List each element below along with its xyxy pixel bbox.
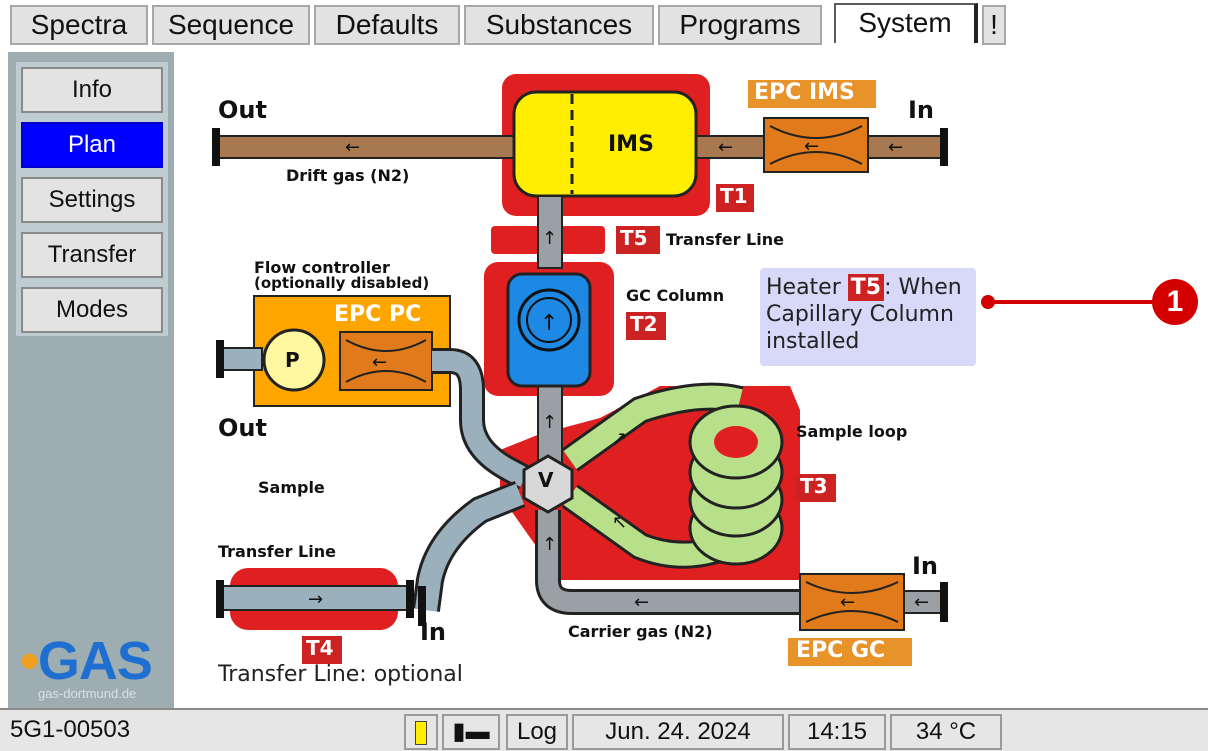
device-id: 5G1-00503 bbox=[10, 716, 131, 743]
sidebar-menu: Info Plan Settings Transfer Modes bbox=[16, 62, 168, 336]
epc-pc-label: EPC PC bbox=[334, 302, 422, 327]
svg-text:←: ← bbox=[804, 136, 819, 157]
heater-note-badge: T5 bbox=[847, 274, 885, 301]
time-display: 14:15 bbox=[788, 714, 886, 750]
sidebar-item-settings[interactable]: Settings bbox=[21, 177, 163, 223]
sidebar-item-plan[interactable]: Plan bbox=[21, 122, 163, 168]
gc-column-label: GC Column bbox=[626, 286, 725, 305]
t1-badge: T1 bbox=[720, 184, 748, 208]
drift-gas-label: Drift gas (N2) bbox=[286, 166, 410, 185]
svg-text:←: ← bbox=[914, 592, 929, 613]
sidebar-item-transfer[interactable]: Transfer bbox=[21, 232, 163, 278]
svg-text:←: ← bbox=[840, 592, 855, 613]
heater-note-prefix: Heater bbox=[766, 275, 841, 300]
t3-badge: T3 bbox=[800, 474, 828, 498]
epc-ims-label: EPC IMS bbox=[754, 80, 855, 105]
pump-pipe bbox=[221, 347, 263, 371]
drift-gas-pipe-left bbox=[217, 135, 521, 159]
sample-loop-label: Sample loop bbox=[796, 422, 908, 441]
ims-label: IMS bbox=[608, 132, 654, 157]
in-bottom-left-label: In bbox=[420, 618, 447, 646]
in-bottom-right-label: In bbox=[912, 552, 939, 580]
flow-controller-sublabel: (optionally disabled) bbox=[254, 274, 430, 292]
transfer-line-top-label: Transfer Line bbox=[666, 230, 784, 249]
epc-gc-label: EPC GC bbox=[796, 638, 886, 663]
svg-text:←: ← bbox=[372, 352, 387, 373]
valve-label: V bbox=[538, 468, 554, 492]
tab-spectra[interactable]: Spectra bbox=[10, 5, 148, 45]
sidebar-item-modes[interactable]: Modes bbox=[21, 287, 163, 333]
status-indicator bbox=[404, 714, 438, 750]
heater-note: Heater T5: When Capillary Column install… bbox=[760, 268, 976, 366]
sidebar: Info Plan Settings Transfer Modes •GAS g… bbox=[8, 52, 174, 708]
svg-text:↑: ↑ bbox=[542, 228, 557, 249]
logo-url: gas-dortmund.de bbox=[38, 686, 137, 701]
t4-badge: T4 bbox=[306, 636, 334, 660]
status-indicator-icon bbox=[415, 720, 427, 745]
transfer-optional-label: Transfer Line: optional bbox=[218, 662, 463, 687]
svg-text:←: ← bbox=[345, 137, 360, 158]
tab-bar: Spectra Sequence Defaults Substances Pro… bbox=[0, 0, 1208, 50]
svg-text:↑: ↑ bbox=[540, 311, 558, 336]
svg-text:→: → bbox=[308, 589, 323, 610]
out-mid-label: Out bbox=[218, 414, 267, 442]
svg-text:↑: ↑ bbox=[542, 412, 557, 433]
out-top-label: Out bbox=[218, 96, 267, 124]
tab-programs[interactable]: Programs bbox=[658, 5, 822, 45]
pump-label: P bbox=[285, 348, 300, 372]
transfer-line-left-label: Transfer Line bbox=[218, 542, 336, 561]
log-button[interactable]: Log bbox=[506, 714, 568, 750]
in-top-label: In bbox=[908, 96, 935, 124]
t2-badge: T2 bbox=[630, 312, 658, 336]
tab-alert[interactable]: ! bbox=[982, 5, 1006, 45]
tab-substances[interactable]: Substances bbox=[464, 5, 654, 45]
tab-sequence[interactable]: Sequence bbox=[152, 5, 310, 45]
carrier-gas-label: Carrier gas (N2) bbox=[568, 622, 713, 641]
tab-defaults[interactable]: Defaults bbox=[314, 5, 460, 45]
system-plan-diagram: ← ← ← ← ↑ ↑ ↑ ← ↗ ↖ ↑ ← ← ← → bbox=[212, 74, 948, 666]
svg-text:↖: ↖ bbox=[612, 512, 627, 533]
status-bar: 5G1-00503 ▮▬ Log Jun. 24. 2024 14:15 34 … bbox=[0, 708, 1208, 751]
svg-text:←: ← bbox=[634, 592, 649, 613]
svg-text:↑: ↑ bbox=[542, 534, 557, 555]
date-display: Jun. 24. 2024 bbox=[572, 714, 784, 750]
gas-logo: •GAS bbox=[20, 631, 153, 691]
sidebar-item-info[interactable]: Info bbox=[21, 67, 163, 113]
svg-text:↗: ↗ bbox=[612, 428, 627, 449]
temperature-display: 34 °C bbox=[890, 714, 1002, 750]
plug-icon[interactable]: ▮▬ bbox=[442, 714, 500, 750]
ims-chamber bbox=[512, 90, 698, 198]
t5-badge: T5 bbox=[620, 226, 648, 250]
tab-system[interactable]: System bbox=[834, 3, 978, 43]
sample-label: Sample bbox=[258, 478, 325, 497]
svg-text:←: ← bbox=[718, 137, 733, 158]
callout-line bbox=[992, 300, 1152, 304]
callout-marker: 1 bbox=[1152, 279, 1198, 325]
svg-text:←: ← bbox=[888, 137, 903, 158]
